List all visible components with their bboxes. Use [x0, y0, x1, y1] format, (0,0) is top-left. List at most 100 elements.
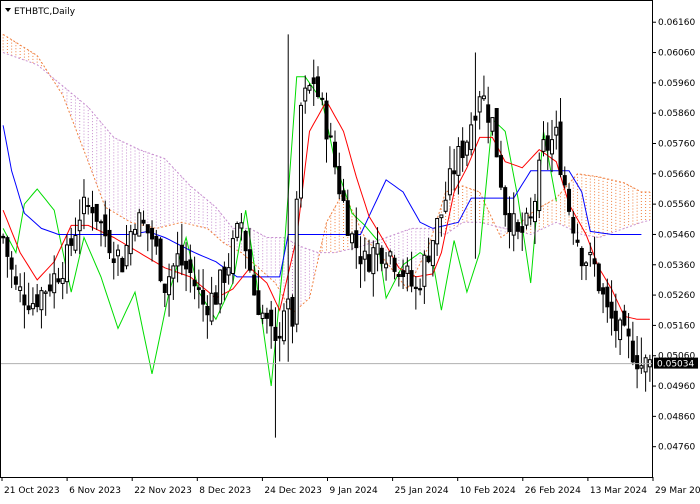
candle-body-up: [43, 291, 48, 294]
candle-body-down: [94, 203, 99, 222]
candle-body-down: [150, 227, 155, 240]
candle-body-up: [167, 276, 172, 296]
candle-body-down: [154, 235, 159, 247]
candle-body-up: [52, 273, 57, 294]
candle-body-down: [401, 270, 406, 278]
candle-body-down: [528, 216, 533, 219]
candle-body-up: [469, 124, 474, 151]
candle-body-down: [379, 247, 384, 264]
candle-body-down: [120, 257, 125, 273]
candle-body-up: [524, 212, 529, 226]
candle-body-down: [26, 305, 31, 311]
candle-body-up: [298, 104, 303, 199]
candle-body-up: [375, 243, 380, 255]
candle-body-down: [192, 279, 197, 287]
candle-body-down: [460, 140, 465, 159]
candle-body-down: [69, 238, 74, 246]
candle-body-down: [90, 206, 95, 214]
y-tick-label: 0.05560: [658, 200, 695, 210]
candle-body-up: [124, 244, 129, 267]
x-tick-label: 29 Mar 2024: [655, 486, 700, 496]
candle: [158, 237, 163, 283]
candle-body-down: [264, 312, 269, 319]
candle-body-down: [413, 286, 418, 290]
candle-body-down: [141, 219, 146, 224]
candle-body-down: [515, 222, 520, 232]
candle: [120, 256, 125, 273]
candle-body-down: [409, 270, 414, 287]
candle-body-up: [175, 253, 180, 267]
candle-body-down: [503, 187, 508, 216]
candle-body-down: [452, 170, 457, 175]
candle-body-down: [601, 287, 606, 295]
candle-body-down: [567, 188, 572, 212]
candle-body-down: [13, 276, 18, 285]
candle-body-up: [490, 117, 495, 132]
candle-body-up: [77, 219, 82, 232]
candle-body-up: [281, 310, 286, 342]
candle-body-down: [345, 200, 350, 236]
candle-body-down: [107, 229, 112, 254]
candle-body-up: [39, 290, 44, 311]
candle-body-down: [605, 286, 610, 308]
candle-body-down: [324, 100, 329, 140]
y-tick-label: 0.04960: [658, 382, 695, 392]
candle-body-down: [575, 239, 580, 243]
candle-body-down: [613, 310, 618, 332]
candle-body-up: [239, 222, 244, 229]
candle-body-down: [269, 309, 274, 327]
price-axis: 0.06160 0.06060 0.05960 0.05860 0.05760 0.056…: [652, 18, 695, 453]
y-tick-label: 0.04860: [658, 412, 695, 422]
candle-body-up: [18, 286, 23, 291]
candle-body-down: [196, 287, 201, 290]
candle-body-up: [116, 249, 121, 257]
candle-body-up: [328, 135, 333, 138]
candle-body-up: [128, 231, 133, 255]
candle-body-down: [103, 214, 108, 237]
candle-body-down: [273, 326, 278, 341]
symbol-label: ETHBTC,Daily: [14, 7, 76, 17]
candle-body-up: [422, 254, 427, 287]
candle-body-down: [111, 258, 116, 264]
chart-canvas[interactable]: 0.06160 0.06060 0.05960 0.05860 0.05760 0.056…: [0, 0, 700, 500]
candle-body-down: [358, 256, 363, 265]
candle-body-down: [184, 260, 189, 270]
candle-body-down: [626, 328, 631, 337]
x-tick-label: 21 Oct 2023: [4, 486, 60, 496]
candle-body-down: [562, 175, 567, 186]
candle-body-up: [350, 233, 355, 244]
x-tick-label: 25 Jan 2024: [395, 486, 449, 496]
symbol-header[interactable]: ETHBTC,Daily: [5, 7, 76, 17]
candle-body-down: [179, 244, 184, 266]
candle-body-down: [22, 294, 27, 306]
x-tick-label: 6 Nov 2023: [69, 486, 121, 496]
candle-body-up: [286, 298, 291, 310]
candle-body-up: [73, 235, 78, 251]
candle-body-down: [579, 247, 584, 267]
candle-body-down: [201, 289, 206, 305]
candle-body-down: [277, 335, 282, 339]
price-tag-value: 0.05034: [657, 360, 694, 370]
candle-body-up: [320, 97, 325, 100]
candle-body-down: [486, 104, 491, 123]
candle-body-up: [60, 277, 65, 284]
y-tick-label: 0.06060: [658, 49, 695, 59]
candle-body-up: [384, 263, 389, 269]
candle-body-up: [541, 139, 546, 152]
candle-body-up: [550, 139, 555, 155]
x-tick-label: 9 Jan 2024: [330, 486, 378, 496]
candle-body-down: [622, 310, 627, 326]
candle-body-down: [47, 284, 52, 292]
candle-body-down: [5, 237, 10, 257]
candle-body-down: [290, 296, 295, 327]
candle-body-up: [133, 228, 138, 235]
candle-body-down: [367, 254, 372, 272]
candle-body-down: [494, 108, 499, 158]
x-tick-label: 24 Dec 2023: [264, 486, 322, 496]
candle-body-down: [418, 288, 423, 291]
candle-body-down: [247, 249, 252, 271]
candle-body-up: [303, 87, 308, 102]
candle-body-down: [188, 259, 193, 273]
candle-body-up: [447, 168, 452, 196]
ichimoku-chart[interactable]: 0.06160 0.06060 0.05960 0.05860 0.05760 0.056…: [0, 0, 700, 500]
